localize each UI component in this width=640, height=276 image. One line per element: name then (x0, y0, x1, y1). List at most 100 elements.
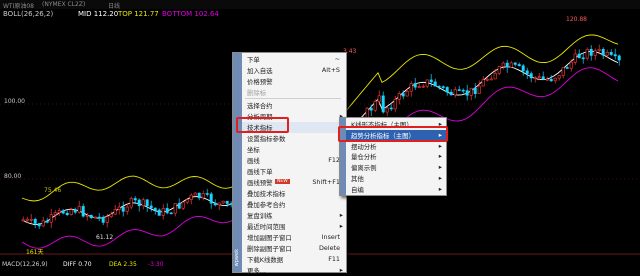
candle-body (149, 205, 153, 209)
candle-body (65, 212, 69, 216)
menu-item-label: 叠加技术指标 (247, 190, 286, 198)
candle-body (525, 70, 529, 74)
candle-body (477, 85, 481, 94)
menu-item-13[interactable]: 叠加参考合约 (242, 199, 346, 210)
menu-item-8[interactable]: 坐标▸ (242, 144, 346, 155)
candle-body (545, 78, 549, 81)
candle-body (569, 61, 573, 69)
submenu-item-6[interactable]: 自编 ▸ (346, 184, 446, 195)
candle-body (45, 220, 49, 223)
candle-body (193, 192, 197, 196)
boll-mid: MID 112.20 (78, 10, 119, 18)
brand-logo-text: wpwek (234, 248, 240, 266)
price-label-100: 100.00 (4, 98, 25, 105)
menu-item-10[interactable]: 画线下单 (242, 166, 346, 177)
highlight-box-technical-indicators (236, 117, 289, 133)
boll-name[interactable]: BOLL(26,26,2) (3, 10, 53, 18)
menu-item-12[interactable]: 叠加技术指标 (242, 188, 346, 199)
candle-body (81, 206, 85, 217)
candle-body (133, 198, 137, 201)
menu-item-17[interactable]: 删除副图子窗口 Delete (242, 243, 346, 254)
menu-item-label: 画线下单 (247, 168, 273, 176)
candle-body (97, 216, 101, 219)
submenu-item-label: 摆动分析 (351, 142, 377, 151)
menu-item-19[interactable]: 更多... ▸ (242, 265, 346, 276)
boll-bottom: BOTTOM 102.64 (162, 10, 219, 18)
menu-item-9[interactable]: 画线 F12 (242, 155, 346, 166)
candle-body (57, 210, 61, 213)
candle-body (177, 203, 181, 209)
menu-item-2[interactable]: 价格预警 (242, 76, 346, 87)
candle-body (573, 53, 577, 63)
candle-body (413, 83, 417, 88)
chevron-right-icon: ▸ (438, 174, 442, 182)
bar-count-label: 161天 (26, 249, 44, 256)
candle-body (25, 219, 29, 221)
candle-body (157, 209, 161, 216)
menu-item-4[interactable]: 选择合约 (242, 100, 346, 111)
submenu-item-label: 偏离示例 (351, 164, 377, 173)
menu-item-11[interactable]: 画线预警 NEW Shift+F1 (242, 177, 346, 188)
menu-item-label: 加入自选 (247, 67, 273, 75)
submenu-item-2[interactable]: 摆动分析 ▸ (346, 141, 446, 152)
candle-body (605, 52, 609, 56)
menu-item-label: 设置指标参数 (247, 135, 286, 143)
candle-body (425, 79, 429, 87)
menu-item-label: 坐标 (247, 146, 260, 154)
chevron-right-icon: ▸ (438, 152, 442, 161)
candle-body (613, 54, 617, 57)
menu-item-1[interactable]: 加入自选 Alt+S (242, 65, 346, 76)
candle-body (529, 73, 533, 79)
candle-body (153, 207, 157, 211)
candle-body (69, 209, 73, 216)
candle-body (141, 199, 145, 207)
candle-body (181, 201, 185, 209)
candle-body (389, 107, 393, 110)
candle-body (581, 57, 585, 60)
menu-item-label: 选择合约 (247, 102, 273, 110)
menu-item-3[interactable]: 删除标 (242, 87, 346, 98)
menu-item-7[interactable]: 设置指标参数 (242, 133, 346, 144)
menu-item-18[interactable]: 下载K线数据 F11 (242, 254, 346, 265)
symbol-code: (NYMEX CL2Z) (42, 1, 86, 8)
candle-body (201, 193, 205, 199)
candle-body (385, 107, 389, 113)
menu-item-shortcut: ~ (334, 55, 340, 63)
top-bar: WTI原油08 (NYMEX CL2Z) 日线 (0, 0, 640, 10)
submenu-item-3[interactable]: 量仓分析 ▸ (346, 151, 446, 162)
candle-body (225, 200, 229, 204)
chevron-right-icon: ▸ (339, 211, 343, 219)
candle-body (489, 78, 493, 81)
menu-item-14[interactable]: 复盘训练 ▸ (242, 210, 346, 221)
menu-item-label: 叠加参考合约 (247, 201, 286, 209)
submenu-item-5[interactable]: 其他 ▸ (346, 173, 446, 184)
chevron-right-icon: ▸ (339, 222, 343, 230)
candle-body (541, 76, 545, 80)
menu-item-label: 画线预警 (247, 179, 273, 187)
candle-body (165, 208, 169, 214)
macd-value: -3.30 (148, 261, 164, 268)
menu-separator (245, 98, 341, 99)
candle-body (373, 101, 377, 111)
boll-top: TOP 121.77 (118, 10, 159, 18)
candle-body (561, 67, 565, 76)
candle-body (33, 218, 37, 224)
candle-body (421, 85, 425, 88)
candle-body (417, 86, 421, 88)
menu-item-shortcut: Shift+F1 (312, 178, 340, 186)
candle-body (37, 223, 41, 227)
candle-body (553, 77, 557, 82)
period-label[interactable]: 日线 (108, 1, 120, 10)
submenu-item-4[interactable]: 偏离示例 ▸ (346, 162, 446, 173)
candle-body (537, 76, 541, 79)
menu-item-15[interactable]: 最近时间范围 ▸ (242, 221, 346, 232)
new-badge: NEW (275, 179, 290, 184)
candle-body (117, 206, 121, 210)
menu-item-16[interactable]: 增加副图子窗口 Insert (242, 232, 346, 243)
candle-body (609, 52, 613, 55)
candle-body (73, 209, 77, 213)
candle-body (449, 91, 453, 96)
macd-name[interactable]: MACD(12,26,9) (2, 261, 48, 268)
menu-item-0[interactable]: 下单 ~ (242, 54, 346, 65)
left-value-label: 75.46 (44, 187, 62, 194)
